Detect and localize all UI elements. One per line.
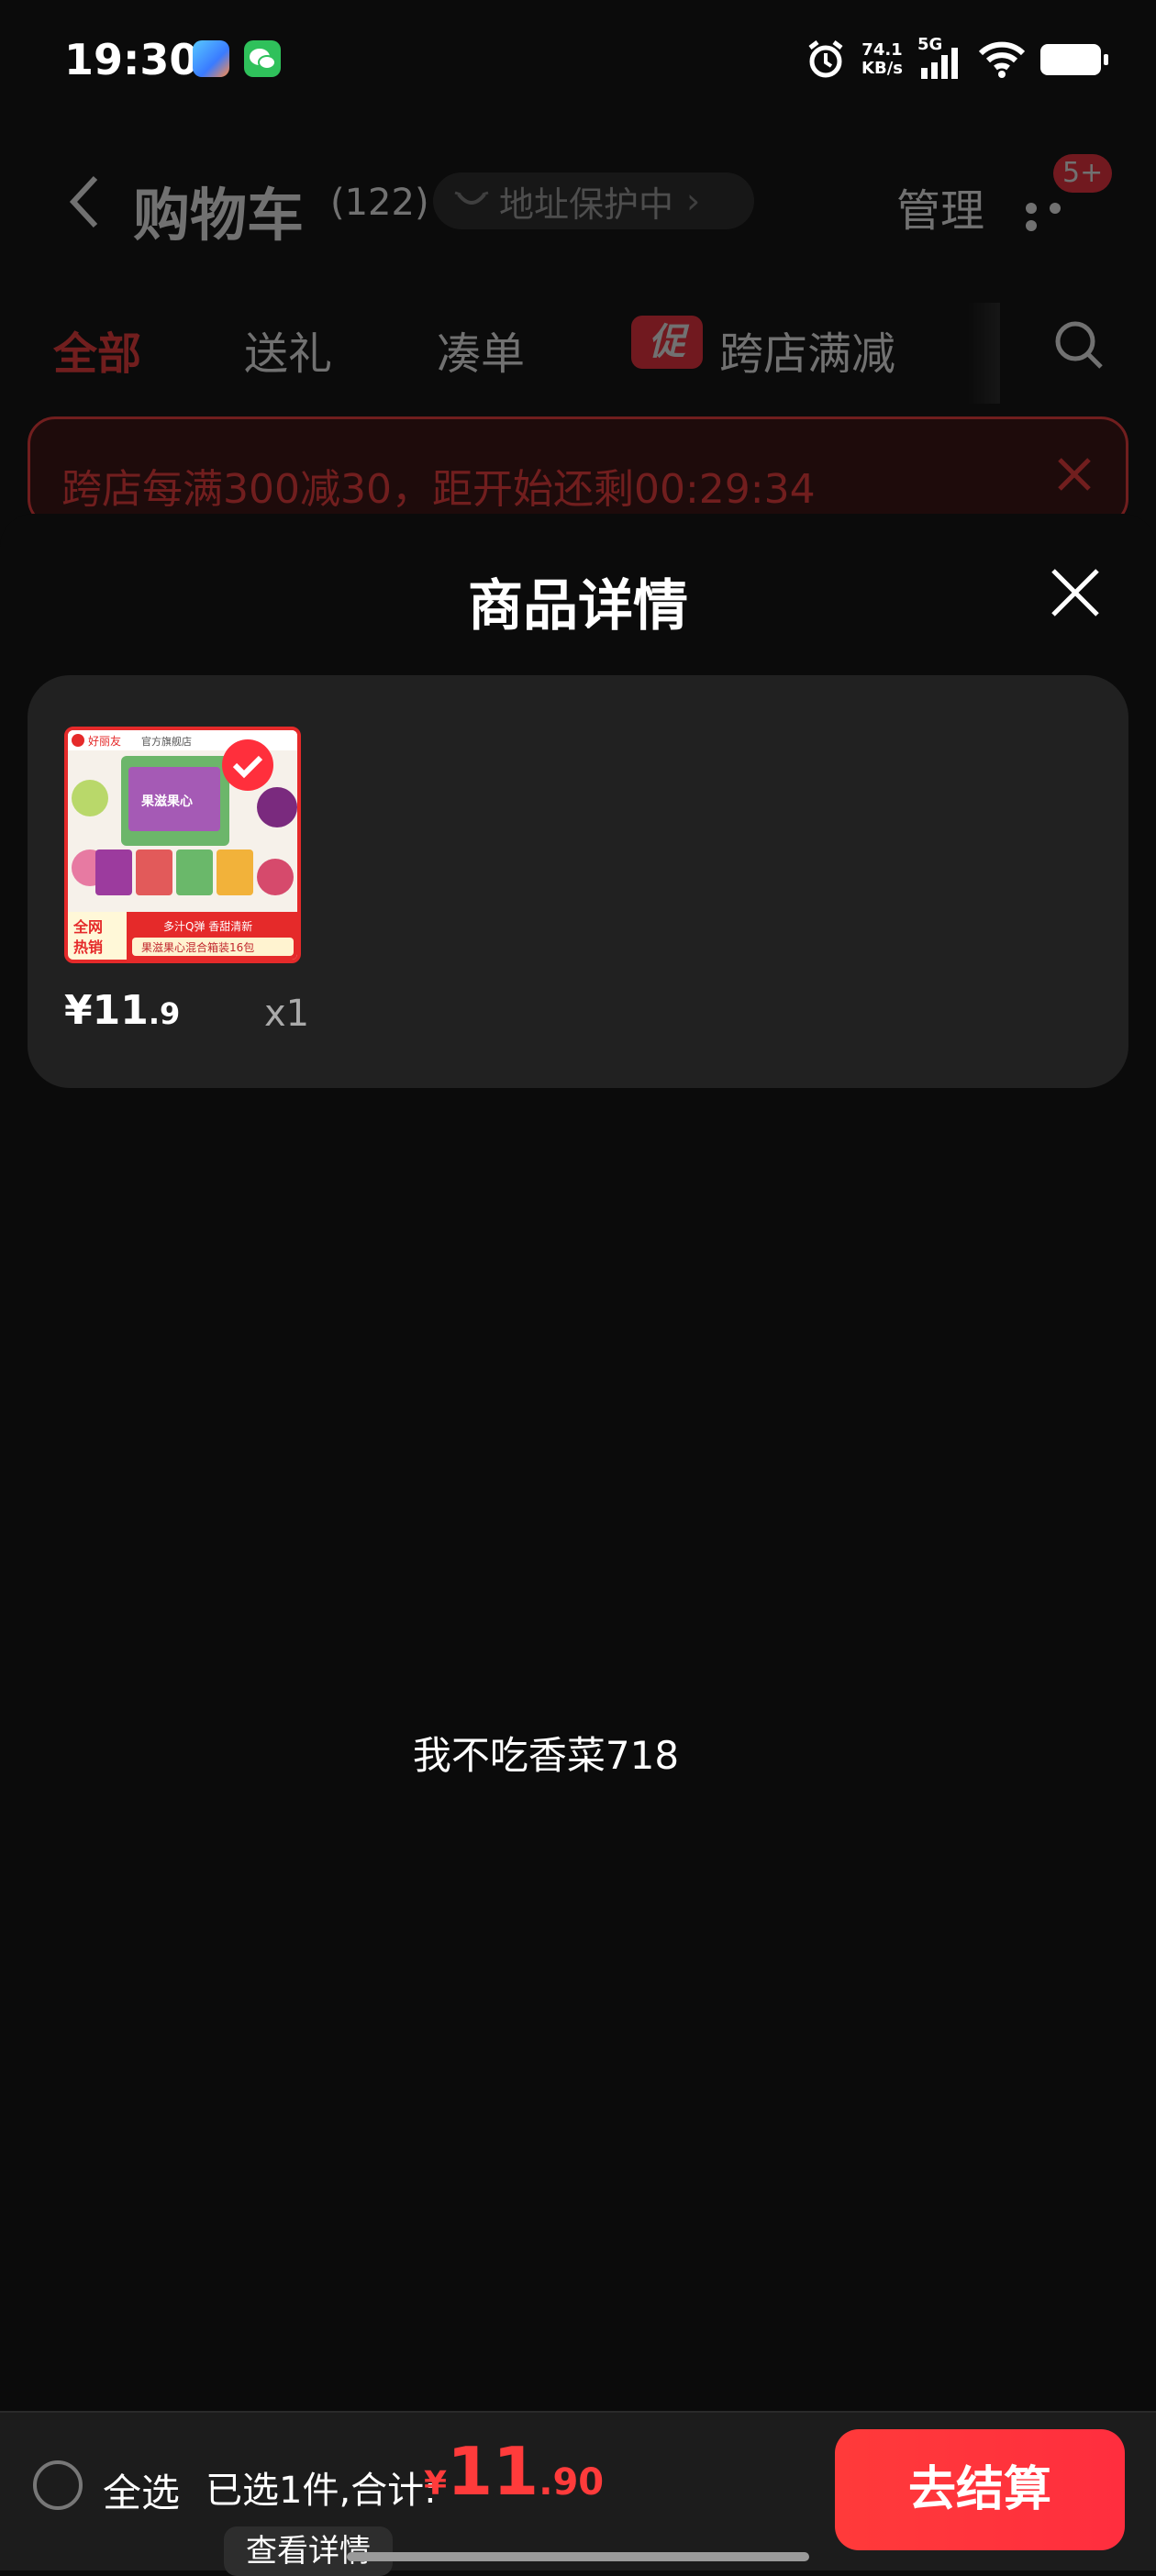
promo-banner-text: 跨店每满300减30，距开始还剩00:29:34 — [61, 466, 816, 513]
svg-text:好丽友: 好丽友 — [88, 735, 121, 748]
smile-icon — [454, 191, 489, 205]
tab-divider — [963, 303, 1000, 404]
message-badge: 5+ — [1053, 154, 1113, 193]
selected-summary: 已选1件,合计: — [206, 2470, 437, 2512]
tab-gift[interactable]: 送礼 — [244, 317, 332, 382]
close-icon[interactable] — [1054, 454, 1095, 494]
item-price: ¥11.9 — [64, 987, 180, 1034]
total-price: ¥11.90 — [424, 2433, 604, 2510]
total-int: 11 — [447, 2433, 539, 2510]
total-decimal: .90 — [539, 2461, 605, 2504]
shop-name: 我不吃香菜718 — [412, 1733, 680, 1778]
item-price-int: ¥11 — [64, 987, 149, 1034]
cart-header: 购物车 (122) 地址保护中 › 管理 — [0, 147, 1156, 257]
back-icon[interactable] — [66, 174, 103, 229]
product-card: 好丽友 官方旗舰店 果滋果心 全网 热销 多汁Q弹 香甜清新 果滋果心混合箱装1… — [28, 675, 1128, 1088]
page-title: 购物车 — [133, 182, 305, 249]
svg-text:多汁Q弹 香甜清新: 多汁Q弹 香甜清新 — [163, 919, 252, 933]
net-speed: 74.1 KB/s — [861, 40, 903, 78]
currency-symbol: ¥ — [424, 2465, 448, 2503]
alarm-icon — [808, 40, 843, 78]
tab-bundle[interactable]: 凑单 — [437, 317, 525, 382]
svg-text:热销: 热销 — [73, 938, 103, 956]
chevron-right-icon: › — [686, 181, 701, 221]
item-quantity: x1 — [264, 993, 310, 1035]
svg-text:果滋果心: 果滋果心 — [140, 794, 193, 809]
app-notification-icon — [193, 40, 229, 77]
sheet-title: 商品详情 — [468, 574, 688, 638]
checkout-bar: 全选 已选1件,合计: ¥11.90 查看详情 去结算 — [0, 2411, 1156, 2576]
address-protection-pill[interactable]: 地址保护中 › — [433, 172, 754, 229]
product-detail-sheet: 商品详情 好丽友 官方旗舰店 果滋果心 全网 热销 多汁Q弹 香甜清新 果滋果心… — [0, 514, 1156, 2569]
select-all-radio[interactable] — [33, 2460, 83, 2510]
status-time: 19:30 — [64, 35, 199, 84]
promo-tag: 促 — [631, 316, 703, 369]
cart-tabs: 全部 送礼 凑单 促 跨店满减 — [0, 303, 1156, 404]
cart-count: (122) — [330, 182, 429, 224]
status-indicators: 74.1 KB/s 5G — [805, 35, 1108, 83]
status-bar: 19:30 74.1 KB/s 5G — [0, 0, 1156, 128]
close-icon[interactable] — [1048, 565, 1103, 620]
wifi-icon — [978, 41, 1026, 78]
checkout-button[interactable]: 去结算 — [835, 2429, 1125, 2550]
address-pill-label: 地址保护中 — [499, 183, 674, 225]
tab-all[interactable]: 全部 — [53, 317, 141, 382]
svg-text:官方旗舰店: 官方旗舰店 — [141, 735, 192, 748]
search-icon[interactable] — [1051, 317, 1106, 372]
battery-icon — [1040, 44, 1108, 75]
svg-text:全网: 全网 — [72, 918, 103, 936]
checkmark-icon[interactable] — [220, 738, 275, 793]
tab-cross-store-discount[interactable]: 跨店满减 — [719, 317, 895, 382]
select-all-label[interactable]: 全选 — [103, 2462, 180, 2518]
manage-button[interactable]: 管理 — [896, 174, 984, 239]
signal-icon: 5G — [917, 35, 963, 81]
promo-banner: 跨店每满300减30，距开始还剩00:29:34 — [28, 416, 1128, 527]
wechat-icon — [244, 40, 281, 77]
home-indicator[interactable] — [347, 2552, 809, 2561]
svg-text:果滋果心混合箱装16包: 果滋果心混合箱装16包 — [141, 940, 254, 954]
more-icon[interactable] — [1026, 200, 1090, 231]
item-price-decimal: .9 — [148, 996, 181, 1031]
